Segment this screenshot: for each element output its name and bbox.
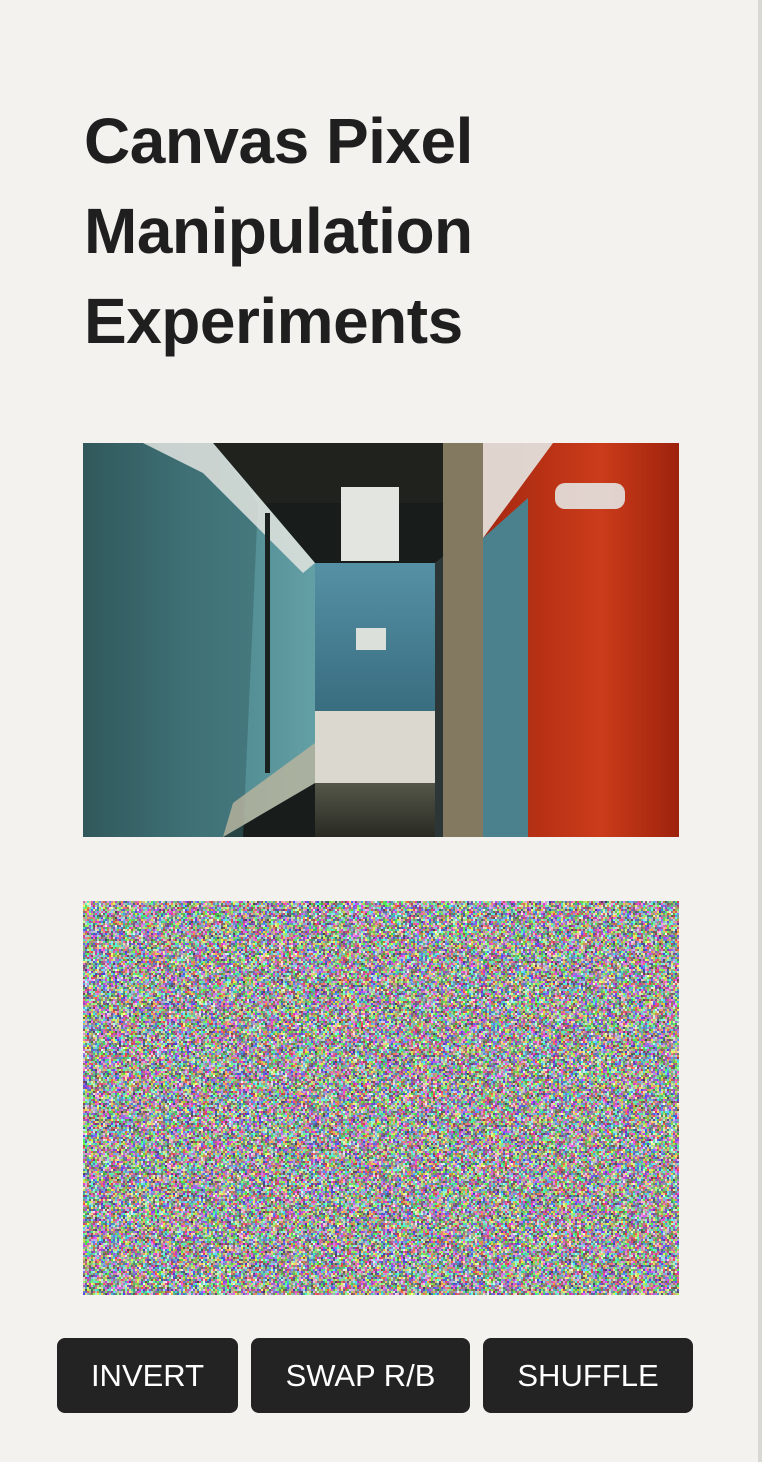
invert-button[interactable]: INVERT — [57, 1338, 238, 1413]
shuffle-button[interactable]: SHUFFLE — [483, 1338, 693, 1413]
swap-rb-button[interactable]: SWAP R/B — [251, 1338, 470, 1413]
scrollbar-track[interactable] — [758, 0, 762, 1462]
page-title: Canvas Pixel Manipulation Experiments — [84, 105, 473, 357]
source-photo — [83, 443, 679, 837]
output-canvas — [83, 901, 679, 1295]
